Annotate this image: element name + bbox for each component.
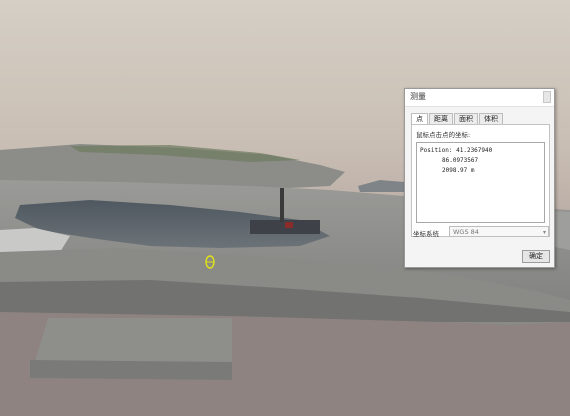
tab-panel: 鼠标点击点的坐标: Position: 41.2367940 86.097356… [411,124,550,237]
close-button[interactable] [543,91,551,103]
output-line-longitude: 86.0973567 [442,157,479,164]
coordinate-system-value: WGS 84 [453,228,479,236]
tab-volume[interactable]: 体积 [479,113,503,124]
coordinate-system-label: 坐标系统 [413,230,439,238]
panel-label: 鼠标点击点的坐标: [416,131,471,139]
tab-distance[interactable]: 距离 [429,113,453,124]
chevron-down-icon: ▾ [542,229,546,236]
ok-button[interactable]: 确定 [522,250,550,263]
coordinate-system-select[interactable]: WGS 84 ▾ [449,226,549,237]
tab-strip: 点 距离 面积 体积 [411,113,504,125]
foreground-slab-shadow [30,360,232,380]
output-line-position: Position: 41.2367940 [420,147,493,154]
dialog-titlebar[interactable]: 测量 [405,89,554,107]
measure-dialog: 测量 点 距离 面积 体积 鼠标点击点的坐标: Position: 41.236… [404,88,555,268]
dialog-title: 测量 [410,92,426,101]
tab-area[interactable]: 面积 [454,113,478,124]
coordinate-output[interactable]: Position: 41.2367940 86.0973567 2098.97 … [416,142,545,223]
output-line-elevation: 2098.97 m [442,167,475,174]
